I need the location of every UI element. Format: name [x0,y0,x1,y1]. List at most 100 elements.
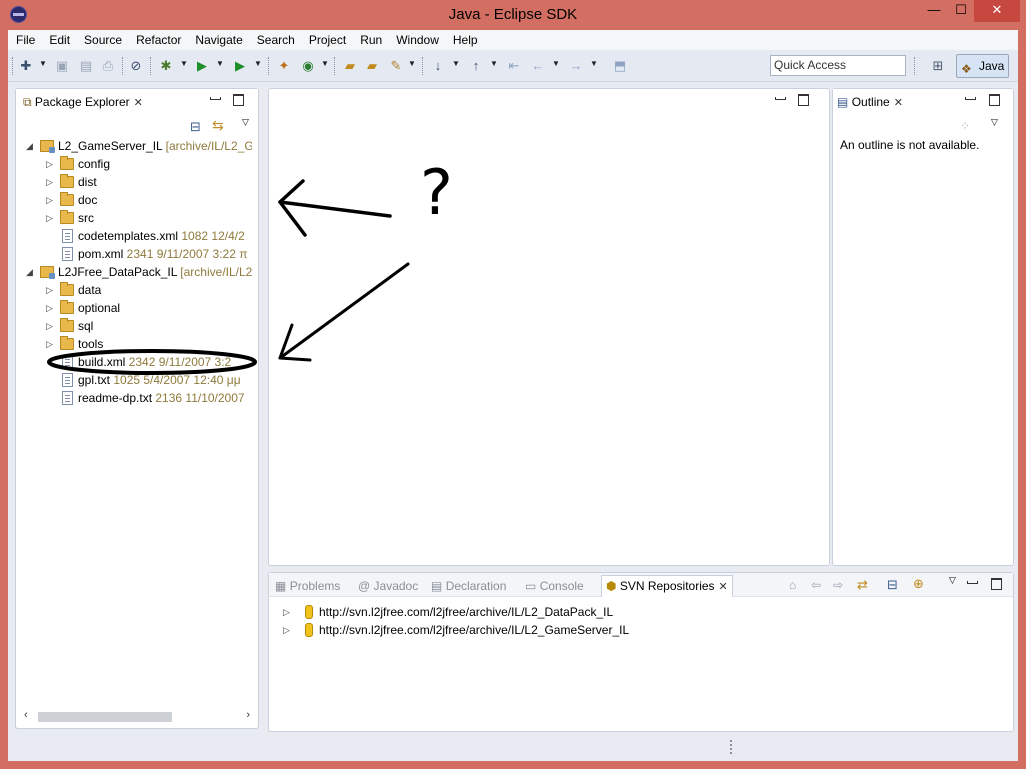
horizontal-scrollbar[interactable]: ‹ › [24,709,250,723]
run-dropdown-icon[interactable]: ▼ [216,59,224,68]
search-tool-icon[interactable]: ✎ [388,58,404,74]
forward-icon[interactable]: → [568,58,584,74]
toolbar-grip[interactable] [12,57,15,75]
back-dropdown-icon[interactable]: ▼ [552,59,560,68]
tree-item-folder[interactable]: ▷ dist [16,173,252,191]
minimize-view-button[interactable] [963,91,977,100]
maximize-view-button[interactable] [231,91,245,106]
maximize-view-button[interactable] [989,575,1003,590]
tree-item-folder[interactable]: ▷ data [16,281,252,299]
save-all-icon[interactable]: ▤ [78,58,94,74]
menu-navigate[interactable]: Navigate [188,30,249,50]
open-perspective-icon[interactable]: ⊞ [928,56,948,76]
tree-item-folder[interactable]: ▷ config [16,155,252,173]
view-menu-icon[interactable]: ▽ [991,117,998,128]
run-external-icon[interactable]: ▶ [232,58,248,74]
home-icon[interactable]: ⌂ [789,578,796,592]
tree-item-file[interactable]: readme-dp.txt 2136 11/10/2007 [16,389,252,407]
menu-refactor[interactable]: Refactor [129,30,188,50]
scroll-right-icon[interactable]: › [246,709,250,721]
java-perspective-button[interactable]: ❖ Java [956,54,1009,78]
tab-package-explorer[interactable]: ⧉ Package Explorer ✕ [23,93,143,111]
editor-area[interactable] [268,88,830,566]
tab-javadoc[interactable]: @ Javadoc [358,577,418,595]
minimize-editor-button[interactable] [773,91,787,100]
scroll-left-icon[interactable]: ‹ [24,709,28,721]
pin-editor-icon[interactable]: ⬒ [612,58,628,74]
scrollbar-thumb[interactable] [38,712,172,722]
collapsed-twistie-icon[interactable]: ▷ [46,155,53,173]
tree-item-folder[interactable]: ▷ tools [16,335,252,353]
collapse-all-icon[interactable]: ⊟ [190,119,201,135]
collapsed-twistie-icon[interactable]: ▷ [46,191,53,209]
search-dropdown-icon[interactable]: ▼ [408,59,416,68]
new-class-icon[interactable]: ◉ [300,58,316,74]
open-task-icon[interactable]: ▰ [364,58,380,74]
tree-item-file[interactable]: pom.xml 2341 9/11/2007 3:22 π [16,245,252,263]
expanded-twistie-icon[interactable]: ◢ [26,137,33,155]
new-icon[interactable]: ✚ [18,58,34,74]
collapsed-twistie-icon[interactable]: ▷ [283,603,290,621]
tree-item-folder[interactable]: ▷ doc [16,191,252,209]
back-icon[interactable]: ⇦ [811,578,821,592]
tree-item-folder[interactable]: ▷ src [16,209,252,227]
forward-icon[interactable]: ⇨ [833,578,843,592]
tree-item-file[interactable]: gpl.txt 1025 5/4/2007 12:40 μμ [16,371,252,389]
minimize-view-button[interactable] [208,91,222,100]
next-annotation-icon[interactable]: ↓ [430,58,446,74]
tab-outline[interactable]: ▤ Outline ✕ [837,93,903,111]
last-edit-location-icon[interactable]: ⇤ [506,58,522,74]
view-menu-icon[interactable]: ▽ [242,117,249,128]
skip-breakpoints-icon[interactable]: ⊘ [128,58,144,74]
collapsed-twistie-icon[interactable]: ▷ [46,335,53,353]
close-icon[interactable]: ✕ [894,97,903,109]
refresh-icon[interactable]: ⇄ [857,577,868,593]
tab-console[interactable]: ▭ Console [525,577,584,595]
save-icon[interactable]: ▣ [54,58,70,74]
menu-help[interactable]: Help [446,30,485,50]
quick-access-input[interactable]: Quick Access [770,55,906,76]
tree-item-folder[interactable]: ▷ sql [16,317,252,335]
outline-filter-icon[interactable]: ⁘ [960,119,970,133]
tab-problems[interactable]: ▦ Problems [275,577,340,595]
debug-dropdown-icon[interactable]: ▼ [180,59,188,68]
tree-item-file[interactable]: codetemplates.xml 1082 12/4/2 [16,227,252,245]
collapsed-twistie-icon[interactable]: ▷ [46,281,53,299]
link-with-editor-icon[interactable]: ⇆ [212,117,224,134]
run-external-dropdown-icon[interactable]: ▼ [254,59,262,68]
menu-run[interactable]: Run [353,30,389,50]
back-icon[interactable]: ← [530,58,546,74]
collapsed-twistie-icon[interactable]: ▷ [46,173,53,191]
maximize-editor-button[interactable] [796,91,810,106]
view-menu-icon[interactable]: ▽ [949,575,956,586]
tab-declaration[interactable]: ▤ Declaration [431,577,506,595]
run-icon[interactable]: ▶ [194,58,210,74]
previous-annotation-dropdown-icon[interactable]: ▼ [490,59,498,68]
new-java-project-icon[interactable]: ✦ [276,58,292,74]
tree-item-project[interactable]: ◢ L2JFree_DataPack_IL [archive/IL/L2_ [16,263,252,281]
print-icon[interactable]: ⎙ [100,58,116,74]
new-dropdown-icon[interactable]: ▼ [39,59,47,68]
menu-project[interactable]: Project [302,30,353,50]
new-class-dropdown-icon[interactable]: ▼ [321,59,329,68]
menu-edit[interactable]: Edit [42,30,77,50]
collapsed-twistie-icon[interactable]: ▷ [46,209,53,227]
minimize-view-button[interactable] [965,575,979,584]
menu-file[interactable]: File [8,30,42,50]
close-icon[interactable]: ✕ [719,581,728,593]
status-bar-grip[interactable] [730,740,732,754]
maximize-window-button[interactable]: ☐ [948,0,974,22]
minimize-window-button[interactable]: — [920,0,948,22]
collapsed-twistie-icon[interactable]: ▷ [46,299,53,317]
open-type-icon[interactable]: ▰ [342,58,358,74]
menu-window[interactable]: Window [389,30,446,50]
close-icon[interactable]: ✕ [134,97,143,109]
new-repository-location-icon[interactable]: ⊕ [913,576,924,592]
previous-annotation-icon[interactable]: ↑ [468,58,484,74]
tab-svn-repositories[interactable]: ⬢ SVN Repositories ✕ [601,575,733,597]
next-annotation-dropdown-icon[interactable]: ▼ [452,59,460,68]
collapsed-twistie-icon[interactable]: ▷ [283,621,290,639]
menu-source[interactable]: Source [77,30,129,50]
debug-icon[interactable]: ✱ [158,58,174,74]
forward-dropdown-icon[interactable]: ▼ [590,59,598,68]
